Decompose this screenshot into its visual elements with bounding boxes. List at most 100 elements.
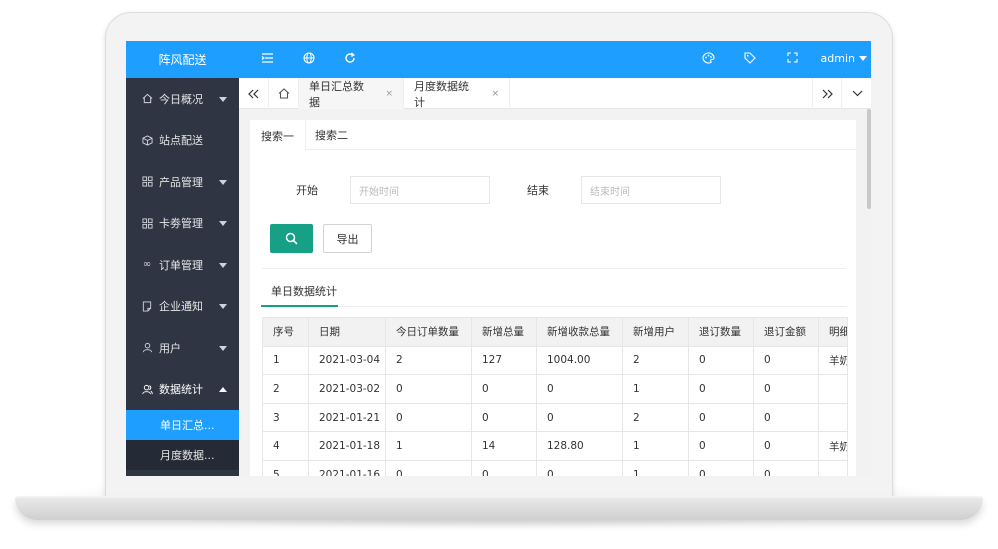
table-cell: 0 bbox=[536, 459, 623, 476]
tab-search-one[interactable]: 搜索一 bbox=[250, 120, 306, 151]
user-icon bbox=[141, 342, 153, 354]
app-logo[interactable]: 阵风配送 bbox=[126, 41, 239, 78]
table-cell: 4 bbox=[262, 431, 309, 461]
home-tab[interactable] bbox=[269, 78, 299, 109]
column-header[interactable]: 新增用户 bbox=[622, 317, 689, 347]
chevron-down-icon bbox=[219, 345, 227, 351]
sidebar-item-coupon-management[interactable]: 卡劵管理 bbox=[126, 203, 239, 245]
tab-monthly-statistics[interactable]: 月度数据统计 × bbox=[404, 78, 510, 109]
daily-stats-table: 序号 日期 今日订单数量 新增总量 新增收款总量 新增用户 退订数量 退订金额 … bbox=[262, 317, 848, 476]
table-cell: 0 bbox=[385, 402, 472, 433]
tabs-scroll-right-button[interactable] bbox=[812, 78, 842, 109]
tab-search-two[interactable]: 搜索二 bbox=[304, 120, 359, 150]
search-button[interactable] bbox=[270, 224, 313, 253]
tabs-scroll-left-button[interactable] bbox=[239, 78, 269, 109]
sidebar-item-label: 产品管理 bbox=[159, 175, 203, 189]
table-cell: 0 bbox=[753, 345, 819, 376]
tag-icon[interactable] bbox=[743, 52, 757, 66]
table-cell: 127 bbox=[471, 345, 537, 376]
palette-icon[interactable] bbox=[701, 52, 715, 66]
sidebar-item-label: 订单管理 bbox=[159, 258, 203, 272]
table-row[interactable]: 2 2021-03-02 0 0 0 1 0 0 bbox=[262, 374, 848, 404]
page-tabs-bar: 单日汇总数据 × 月度数据统计 × bbox=[239, 78, 871, 109]
close-icon[interactable]: × bbox=[491, 89, 499, 99]
user-menu[interactable]: admin bbox=[821, 52, 867, 65]
table-cell: 1 bbox=[622, 374, 689, 404]
table-cell: 羊奶 bbox=[818, 431, 848, 461]
table-cell: 0 bbox=[688, 402, 754, 433]
close-icon[interactable]: × bbox=[385, 89, 393, 99]
cube-icon bbox=[141, 134, 153, 146]
column-header[interactable]: 退订数量 bbox=[688, 317, 754, 347]
column-header[interactable]: 退订金额 bbox=[753, 317, 819, 347]
table-cell: 0 bbox=[753, 431, 819, 461]
column-header[interactable]: 新增收款总量 bbox=[536, 317, 623, 347]
column-header[interactable]: 日期 bbox=[308, 317, 386, 347]
end-label: 结束 bbox=[527, 184, 549, 197]
sidebar-item-company-notice[interactable]: 企业通知 bbox=[126, 286, 239, 328]
table-header-row: 序号 日期 今日订单数量 新增总量 新增收款总量 新增用户 退订数量 退订金额 … bbox=[262, 317, 848, 347]
top-navbar: admin bbox=[239, 41, 871, 78]
table-cell: 1 bbox=[385, 431, 472, 461]
table-cell: 0 bbox=[753, 374, 819, 404]
table-row[interactable]: 4 2021-01-18 1 14 128.80 1 0 0 羊奶 bbox=[262, 431, 848, 461]
sidebar-item-label: 用户 bbox=[159, 341, 181, 355]
table-cell bbox=[818, 374, 848, 404]
globe-icon[interactable] bbox=[302, 52, 316, 66]
table-cell: 羊奶 bbox=[818, 345, 848, 376]
content-card: 搜索一 搜索二 开始 开始时间 结束 结束时间 导出 单日数据统计 序号 日期 … bbox=[250, 120, 856, 476]
column-header[interactable]: 序号 bbox=[262, 317, 309, 347]
sidebar-item-today-overview[interactable]: 今日概况 bbox=[126, 78, 239, 120]
table-cell: 1 bbox=[622, 431, 689, 461]
tab-label: 单日汇总数据 bbox=[309, 79, 364, 109]
start-time-input[interactable]: 开始时间 bbox=[350, 176, 490, 204]
sidebar: 阵风配送 今日概况 站点配送 产品管理 卡劵管理 ∞ 订单管理 企业通知 用户 … bbox=[126, 41, 239, 476]
refresh-icon[interactable] bbox=[343, 52, 357, 66]
export-button[interactable]: 导出 bbox=[323, 224, 372, 253]
sidebar-item-station-delivery[interactable]: 站点配送 bbox=[126, 120, 239, 162]
table-cell: 2 bbox=[622, 402, 689, 433]
vertical-scrollbar[interactable] bbox=[867, 109, 871, 209]
table-cell: 0 bbox=[688, 374, 754, 404]
home-icon bbox=[141, 93, 153, 105]
column-header[interactable]: 明细 bbox=[818, 317, 848, 347]
sidebar-subitem-daily-summary[interactable]: 单日汇总... bbox=[126, 410, 239, 440]
grid-icon bbox=[141, 176, 153, 188]
table-cell: 2021-01-21 bbox=[308, 402, 386, 433]
table-cell: 0 bbox=[385, 459, 472, 476]
table-cell: 2021-03-04 bbox=[308, 345, 386, 376]
tabs-dropdown-button[interactable] bbox=[842, 78, 871, 109]
column-header[interactable]: 新增总量 bbox=[471, 317, 537, 347]
section-title[interactable]: 单日数据统计 bbox=[271, 283, 337, 299]
sidebar-item-label: 卡劵管理 bbox=[159, 217, 203, 231]
table-row[interactable]: 1 2021-03-04 2 127 1004.00 2 0 0 羊奶 bbox=[262, 345, 848, 376]
tab-daily-summary[interactable]: 单日汇总数据 × bbox=[299, 78, 404, 109]
menu-icon[interactable] bbox=[260, 52, 274, 66]
table-cell: 0 bbox=[536, 374, 623, 404]
search-icon bbox=[285, 232, 298, 245]
fullscreen-icon[interactable] bbox=[785, 52, 799, 66]
sidebar-item-product-management[interactable]: 产品管理 bbox=[126, 161, 239, 203]
table-row[interactable]: 5 2021-01-16 0 0 0 1 0 0 bbox=[262, 459, 848, 476]
sidebar-item-label: 今日概况 bbox=[159, 92, 203, 106]
table-cell: 1 bbox=[622, 459, 689, 476]
sidebar-item-order-management[interactable]: ∞ 订单管理 bbox=[126, 244, 239, 286]
sidebar-subitem-monthly-data[interactable]: 月度数据... bbox=[126, 440, 239, 470]
chevron-down-icon bbox=[219, 262, 227, 268]
main-content: 搜索一 搜索二 开始 开始时间 结束 结束时间 导出 单日数据统计 序号 日期 … bbox=[239, 109, 867, 476]
end-time-input[interactable]: 结束时间 bbox=[581, 176, 721, 204]
divider bbox=[261, 306, 847, 307]
table-cell: 0 bbox=[688, 431, 754, 461]
sidebar-item-label: 站点配送 bbox=[159, 134, 203, 148]
table-cell: 0 bbox=[753, 402, 819, 433]
column-header[interactable]: 今日订单数量 bbox=[385, 317, 472, 347]
active-tab-indicator bbox=[261, 305, 338, 307]
sidebar-item-data-statistics[interactable]: 数据统计 bbox=[126, 369, 239, 411]
table-row[interactable]: 3 2021-01-21 0 0 0 2 0 0 bbox=[262, 402, 848, 433]
start-label: 开始 bbox=[296, 184, 318, 197]
table-cell bbox=[818, 459, 848, 476]
table-cell: 0 bbox=[688, 459, 754, 476]
chevron-down-icon bbox=[219, 304, 227, 310]
table-cell: 2 bbox=[262, 374, 309, 404]
sidebar-item-users[interactable]: 用户 bbox=[126, 327, 239, 369]
